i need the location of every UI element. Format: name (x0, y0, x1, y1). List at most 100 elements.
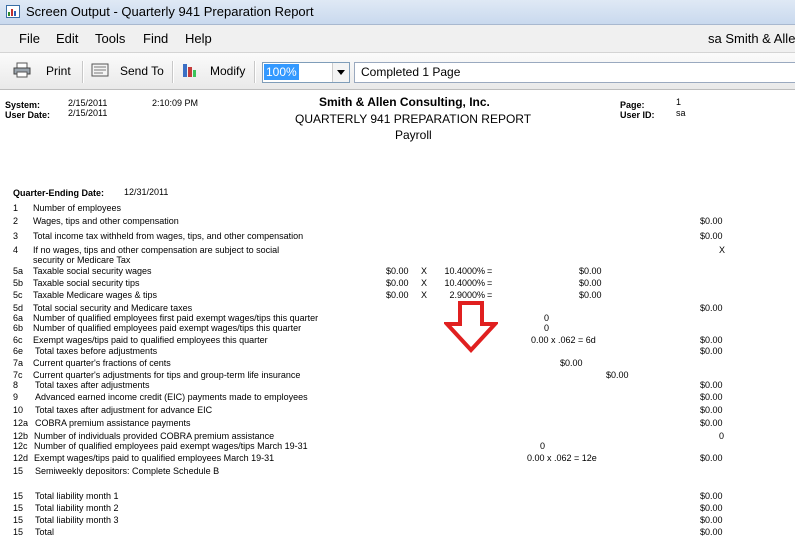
modify-button[interactable]: Modify (210, 64, 245, 78)
chevron-down-icon[interactable] (332, 63, 349, 82)
status-field: Completed 1 Page (354, 62, 795, 83)
line-total: 0 (719, 431, 725, 441)
line-rate: 10.4000% (444, 266, 485, 276)
toolbar: Print Send To Modify 100% Completed 1 Pa… (0, 53, 795, 90)
line-total: $0.00 (700, 405, 723, 415)
zoom-select[interactable]: 100% (262, 62, 350, 83)
line-description: Total taxes after adjustments (35, 380, 150, 390)
print-button[interactable]: Print (46, 64, 71, 78)
line-description: Taxable Medicare wages & tips (33, 290, 158, 300)
line-base-amount: $0.00 (386, 290, 409, 300)
line-total: $0.00 (700, 392, 723, 402)
line-total: $0.00 (700, 346, 723, 356)
line-total: $0.00 (700, 231, 723, 241)
line-multiply-sign: X (421, 290, 428, 300)
menu-help[interactable]: Help (185, 31, 212, 46)
line-equals-sign: = (487, 278, 493, 288)
line-number: 1 (13, 203, 19, 213)
line-description: Wages, tips and other compensation (33, 216, 179, 226)
line-total: $0.00 (700, 335, 723, 345)
line-calculation: 0.00 x .062 = 6d (531, 335, 596, 345)
menu-find[interactable]: Find (143, 31, 168, 46)
line-description: Exempt wages/tips paid to qualified empl… (33, 335, 268, 345)
current-user: sa Smith & Allen (708, 31, 795, 46)
line-number: 10 (13, 405, 24, 415)
line-number: 6e (13, 346, 24, 356)
line-description: Total taxes before adjustments (35, 346, 158, 356)
system-time: 2:10:09 PM (152, 98, 199, 108)
line-count: 0 (544, 323, 550, 333)
page-number: 1 (676, 97, 682, 107)
line-number: 15 (13, 503, 24, 513)
menu-tools[interactable]: Tools (95, 31, 125, 46)
line-number: 15 (13, 515, 24, 525)
line-number: 12c (13, 441, 28, 451)
user-id: sa (676, 108, 686, 118)
modify-icon[interactable] (181, 62, 197, 78)
zoom-value: 100% (264, 64, 299, 80)
line-description: Taxable social security wages (33, 266, 152, 276)
line-description: Taxable social security tips (33, 278, 140, 288)
line-adjustment-amount: $0.00 (606, 370, 629, 380)
line-number: 5b (13, 278, 24, 288)
line-total: $0.00 (700, 380, 723, 390)
menu-edit[interactable]: Edit (56, 31, 78, 46)
menu-bar: File Edit Tools Find Help sa Smith & All… (0, 25, 795, 53)
report-title: QUARTERLY 941 PREPARATION REPORT (295, 112, 532, 126)
status-text: Completed 1 Page (361, 65, 461, 79)
user-id-label: User ID: (620, 110, 655, 120)
line-equals-sign: = (487, 290, 493, 300)
line-total: $0.00 (700, 527, 723, 537)
line-number: 6b (13, 323, 24, 333)
line-description: Total liability month 2 (35, 503, 119, 513)
line-number: 3 (13, 231, 19, 241)
title-bar: Screen Output - Quarterly 941 Preparatio… (0, 0, 795, 25)
send-to-button[interactable]: Send To (120, 64, 164, 78)
line-equals-sign: = (487, 266, 493, 276)
line-description: Exempt wages/tips paid to qualified empl… (34, 453, 275, 463)
quarter-date: 12/31/2011 (124, 187, 169, 197)
printer-icon[interactable] (13, 62, 31, 78)
line-description: Total taxes after adjustment for advance… (35, 405, 213, 415)
line-total: $0.00 (700, 216, 723, 226)
line-calculated-amount: $0.00 (579, 266, 602, 276)
toolbar-separator (254, 61, 256, 83)
report-subtitle: Payroll (395, 128, 432, 142)
line-description: Number of qualified employees paid exemp… (34, 441, 308, 451)
line-description: Current quarter's fractions of cents (33, 358, 171, 368)
report-icon (6, 5, 20, 18)
line-calculated-amount: $0.00 (579, 278, 602, 288)
menu-file[interactable]: File (19, 31, 40, 46)
line-description: Total liability month 3 (35, 515, 119, 525)
user-date-label: User Date: (5, 110, 51, 120)
toolbar-separator (172, 61, 174, 83)
line-rate: 10.4000% (444, 278, 485, 288)
line-description: Total liability month 1 (35, 491, 119, 501)
line-number: 5a (13, 266, 24, 276)
window-title: Screen Output - Quarterly 941 Preparatio… (26, 4, 314, 19)
line-number: 12d (13, 453, 29, 463)
line-description: Advanced earned income credit (EIC) paym… (35, 392, 308, 402)
line-description: Total (35, 527, 55, 537)
line-number: 8 (13, 380, 19, 390)
toolbar-separator (82, 61, 84, 83)
report-page: System: 2/15/2011 2:10:09 PM User Date: … (0, 90, 795, 555)
company-name: Smith & Allen Consulting, Inc. (319, 95, 490, 109)
line-total: $0.00 (700, 503, 723, 513)
line-number: 15 (13, 491, 24, 501)
line-description: Number of employees (33, 203, 122, 213)
line-number: 12a (13, 418, 29, 428)
user-date: 2/15/2011 (68, 108, 108, 118)
line-multiply-sign: X (421, 278, 428, 288)
line-description: COBRA premium assistance payments (35, 418, 191, 428)
line-number: 15 (13, 466, 24, 476)
line-description: Number of qualified employees paid exemp… (33, 323, 302, 333)
line-rate: 2.9000% (449, 290, 485, 300)
line-number: 7a (13, 358, 24, 368)
quarter-label: Quarter-Ending Date: (13, 188, 105, 198)
line-total: $0.00 (700, 418, 723, 428)
line-calculated-amount: $0.00 (579, 290, 602, 300)
line-checkbox-mark: X (719, 245, 726, 255)
line-base-amount: $0.00 (386, 278, 409, 288)
send-icon[interactable] (91, 62, 109, 78)
